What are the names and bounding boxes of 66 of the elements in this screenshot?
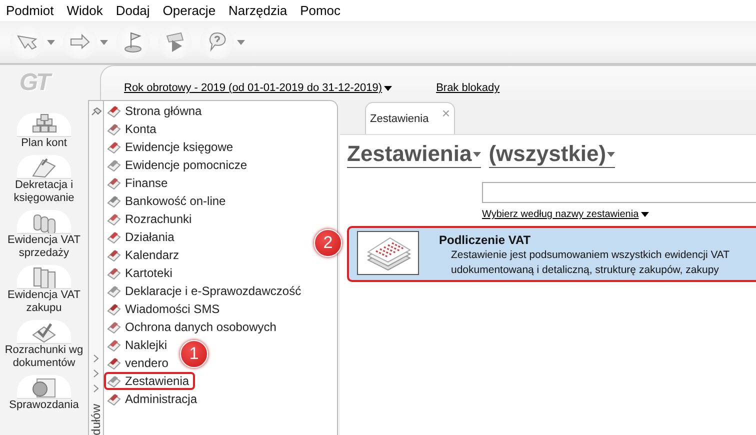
module-item[interactable]: Bankowość on-line xyxy=(104,192,232,210)
sidebar-button[interactable]: Ewidencja VAT sprzedaży xyxy=(0,210,88,260)
module-icon xyxy=(107,194,121,208)
sidebar-button[interactable]: Dekretacja i księgowanie xyxy=(0,155,88,205)
module-item[interactable]: Kartoteki xyxy=(104,264,178,282)
module-icon xyxy=(107,230,121,244)
pin-icon[interactable] xyxy=(90,107,102,116)
module-icon xyxy=(107,338,121,352)
module-icon xyxy=(107,266,121,280)
menu-item[interactable]: Operacje xyxy=(162,3,216,18)
module-item[interactable]: Działania xyxy=(104,228,180,246)
module-item[interactable]: Ewidencje księgowe xyxy=(104,138,240,156)
caret-icon xyxy=(607,152,616,156)
module-icon xyxy=(107,176,121,190)
modules-label: dułów xyxy=(89,404,103,435)
lock-link[interactable]: Brak blokady xyxy=(436,82,500,94)
fiscal-year-link[interactable]: Rok obrotowy - 2019 (od 01-01-2019 do 31-12-2019) xyxy=(124,82,392,94)
caret-icon xyxy=(384,86,392,90)
module-item[interactable]: Finanse xyxy=(104,174,174,192)
report-description: udokumentowaną i detaliczną, strukturę zakupów, zakupy xyxy=(450,263,720,277)
module-item[interactable]: vendero xyxy=(104,354,174,372)
module-item[interactable]: Zestawienia xyxy=(104,372,196,390)
tab[interactable]: Zestawienia × xyxy=(365,102,455,134)
sort-link[interactable]: Wybierz według nazwy zestawienia xyxy=(482,209,649,220)
module-item[interactable]: Ewidencje pomocnicze xyxy=(104,156,254,174)
report-description: Zestawienie jest podsumowaniem wszystkich ewidencji VAT xyxy=(450,248,730,262)
category-dropdown[interactable]: Zestawienia xyxy=(347,141,481,168)
caret-icon xyxy=(237,40,245,44)
module-item[interactable]: Administracja xyxy=(104,390,204,408)
caret-icon xyxy=(47,40,55,44)
report-title: Podliczenie VAT xyxy=(439,233,532,247)
module-icon xyxy=(107,248,121,262)
caret-icon xyxy=(472,152,481,156)
module-item[interactable]: Ochrona danych osobowych xyxy=(104,318,282,336)
module-icon xyxy=(107,320,121,334)
module-icon xyxy=(107,122,121,136)
filter-dropdown[interactable]: (wszystkie) xyxy=(488,141,616,168)
caret-icon xyxy=(100,40,108,44)
module-item[interactable]: Rozrachunki xyxy=(104,210,198,228)
module-icon xyxy=(107,104,121,118)
sidebar-button[interactable]: Ewidencja VAT zakupu xyxy=(0,265,88,315)
module-icon xyxy=(107,140,121,154)
module-icon xyxy=(107,374,121,388)
module-icon xyxy=(107,158,121,172)
module-icon xyxy=(107,356,121,370)
module-item[interactable]: Wiadomości SMS xyxy=(104,300,226,318)
module-icon xyxy=(107,284,121,298)
menu-item[interactable]: Dodaj xyxy=(116,3,150,18)
module-item[interactable]: Strona główna xyxy=(104,102,208,120)
menu-item[interactable]: Narzędzia xyxy=(228,3,288,18)
module-icon xyxy=(107,392,121,406)
sidebar-button[interactable]: Rozrachunki wg dokumentów xyxy=(0,320,88,370)
sidebar-button[interactable]: Sprawozdania xyxy=(0,375,88,412)
search-field[interactable] xyxy=(482,182,756,203)
caret-icon xyxy=(640,212,649,217)
module-item[interactable]: Deklaracje i e-Sprawozdawczość xyxy=(104,282,308,300)
menu-item[interactable]: Pomoc xyxy=(300,3,341,18)
menu-item[interactable]: Widok xyxy=(66,3,103,18)
module-item[interactable]: Kalendarz xyxy=(104,246,186,264)
module-item[interactable]: Konta xyxy=(104,120,162,138)
sidebar-button[interactable]: Plan kont xyxy=(0,113,88,150)
module-icon xyxy=(107,212,121,226)
menu-item[interactable]: Podmiot xyxy=(6,3,54,18)
report-item[interactable]: Podliczenie VAT Zestawienie jest podsumowaniem wszystkich ewidencji VAT udokumentowaną i detaliczną, strukturę zakupów, zakupy xyxy=(347,226,756,282)
module-icon xyxy=(107,302,121,316)
module-item[interactable]: Naklejki xyxy=(104,336,174,354)
